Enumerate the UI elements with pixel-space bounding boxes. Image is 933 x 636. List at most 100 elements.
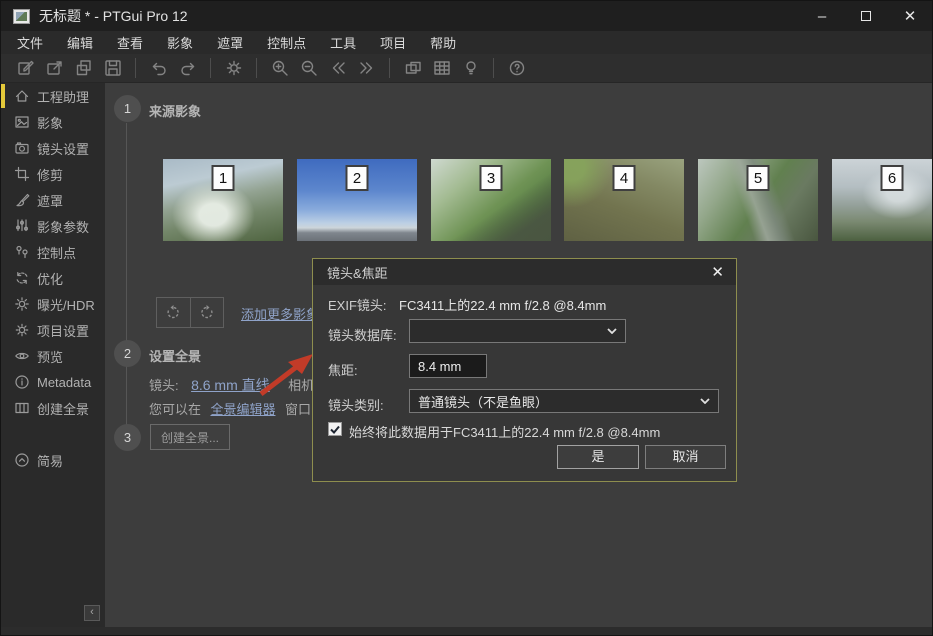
undo-icon[interactable] bbox=[148, 58, 169, 79]
sidebar-item-control-points[interactable]: 控制点 bbox=[1, 239, 105, 265]
help-icon[interactable] bbox=[506, 58, 527, 79]
image-number-badge: 2 bbox=[346, 165, 369, 191]
next-icon[interactable] bbox=[356, 58, 377, 79]
image-number-badge: 3 bbox=[480, 165, 503, 191]
zoom-out-icon[interactable] bbox=[298, 58, 319, 79]
sidebar-collapse-button[interactable]: ‹ bbox=[84, 605, 100, 621]
source-image-thumbnail[interactable]: 3 bbox=[431, 159, 551, 241]
home-icon bbox=[14, 88, 30, 104]
yes-button[interactable]: 是 bbox=[557, 445, 639, 469]
copy-icon[interactable] bbox=[73, 58, 94, 79]
detail-grid-icon[interactable] bbox=[431, 58, 452, 79]
menu-help[interactable]: 帮助 bbox=[430, 33, 456, 52]
toolbar-separator bbox=[135, 58, 136, 78]
eye-icon bbox=[14, 348, 30, 364]
sidebar-item-exposure-hdr[interactable]: 曝光/HDR bbox=[1, 291, 105, 317]
step-connector-line bbox=[126, 123, 127, 438]
sidebar-item-metadata[interactable]: Metadata bbox=[1, 369, 105, 395]
sidebar-item-project-assistant[interactable]: 工程助理 bbox=[1, 83, 105, 109]
image-number-badge: 1 bbox=[212, 165, 235, 191]
sidebar-item-label: 工程助理 bbox=[37, 87, 89, 106]
image-number-badge: 4 bbox=[613, 165, 636, 191]
always-use-checkbox[interactable] bbox=[328, 422, 342, 436]
source-image-thumbnail[interactable]: 6 bbox=[832, 159, 933, 241]
source-image-thumbnail[interactable]: 4 bbox=[564, 159, 684, 241]
panorama-editor-icon[interactable] bbox=[402, 58, 423, 79]
panorama-editor-link[interactable]: 全景编辑器 bbox=[210, 402, 275, 417]
image-number-badge: 5 bbox=[747, 165, 770, 191]
step-2-title: 设置全景 bbox=[149, 346, 201, 365]
cancel-button[interactable]: 取消 bbox=[645, 445, 726, 469]
exif-lens-value: FC3411上的22.4 mm f/2.8 @8.4mm bbox=[399, 295, 606, 314]
lens-settings-link[interactable]: 8.6 mm 直线 bbox=[191, 377, 270, 393]
sidebar-item-images[interactable]: 影象 bbox=[1, 109, 105, 135]
menu-mask[interactable]: 遮罩 bbox=[217, 33, 243, 52]
sidebar-item-label: 项目设置 bbox=[37, 321, 89, 340]
previous-icon[interactable] bbox=[327, 58, 348, 79]
info-icon bbox=[14, 374, 30, 390]
toolbar bbox=[1, 54, 932, 83]
maximize-icon bbox=[861, 11, 871, 21]
menu-file[interactable]: 文件 bbox=[17, 33, 43, 52]
sidebar-item-project-settings[interactable]: 项目设置 bbox=[1, 317, 105, 343]
menu-view[interactable]: 查看 bbox=[117, 33, 143, 52]
sliders-icon bbox=[14, 218, 30, 234]
sidebar-item-label: 修剪 bbox=[37, 165, 63, 184]
sidebar-item-mask[interactable]: 遮罩 bbox=[1, 187, 105, 213]
sidebar-item-optimize[interactable]: 优化 bbox=[1, 265, 105, 291]
menu-control-points[interactable]: 控制点 bbox=[267, 33, 306, 52]
rotate-ccw-button[interactable] bbox=[157, 298, 190, 327]
sidebar-item-lens-settings[interactable]: 镜头设置 bbox=[1, 135, 105, 161]
save-icon[interactable] bbox=[102, 58, 123, 79]
minimize-button[interactable]: – bbox=[800, 1, 844, 31]
new-project-icon[interactable] bbox=[15, 58, 36, 79]
sidebar-item-label: 预览 bbox=[37, 347, 63, 366]
sidebar-item-preview[interactable]: 预览 bbox=[1, 343, 105, 369]
source-image-thumbnail[interactable]: 2 bbox=[297, 159, 417, 241]
step-1-title: 来源影象 bbox=[149, 101, 201, 120]
hint-prefix: 您可以在 bbox=[149, 402, 201, 417]
menu-project[interactable]: 项目 bbox=[380, 33, 406, 52]
title-bar: 无标题 * - PTGui Pro 12 – ✕ bbox=[1, 1, 932, 31]
source-image-thumbnail[interactable]: 1 bbox=[163, 159, 283, 241]
sun-icon bbox=[14, 296, 30, 312]
redo-icon[interactable] bbox=[177, 58, 198, 79]
sidebar-item-label: 影象 bbox=[37, 113, 63, 132]
close-button[interactable]: ✕ bbox=[888, 1, 932, 31]
open-project-icon[interactable] bbox=[44, 58, 65, 79]
zoom-in-icon[interactable] bbox=[269, 58, 290, 79]
sidebar-item-simple-mode[interactable]: 简易 bbox=[1, 447, 105, 473]
menu-edit[interactable]: 编辑 bbox=[67, 33, 93, 52]
sidebar-item-create-panorama[interactable]: 创建全景 bbox=[1, 395, 105, 421]
settings-gear-icon[interactable] bbox=[223, 58, 244, 79]
sidebar-item-crop[interactable]: 修剪 bbox=[1, 161, 105, 187]
exif-lens-label: EXIF镜头: bbox=[328, 295, 387, 314]
sidebar-item-label: Metadata bbox=[37, 375, 91, 390]
menu-tools[interactable]: 工具 bbox=[330, 33, 356, 52]
dialog-title: 镜头&焦距 bbox=[327, 263, 388, 282]
sidebar-item-label: 镜头设置 bbox=[37, 139, 89, 158]
focal-length-input[interactable] bbox=[409, 354, 487, 378]
dialog-close-icon[interactable]: ✕ bbox=[711, 265, 724, 280]
menu-images[interactable]: 影象 bbox=[167, 33, 193, 52]
source-image-thumbnail[interactable]: 5 bbox=[698, 159, 818, 241]
sidebar-item-image-parameters[interactable]: 影象参数 bbox=[1, 213, 105, 239]
sidebar-item-label: 遮罩 bbox=[37, 191, 63, 210]
sidebar: 工程助理 影象 镜头设置 修剪 遮罩 影象参数 控制点 优化 bbox=[1, 83, 105, 629]
check-icon bbox=[330, 425, 340, 434]
lens-type-select[interactable]: 普通镜头（不是鱼眼） bbox=[409, 389, 719, 413]
maximize-button[interactable] bbox=[844, 1, 888, 31]
lens-summary-row: 镜头: 8.6 mm 直线 相机: bbox=[149, 375, 318, 395]
lens-label: 镜头: bbox=[149, 378, 179, 393]
chevron-down-icon bbox=[700, 398, 710, 404]
rotate-cw-button[interactable] bbox=[190, 298, 224, 327]
always-use-checkbox-label: 始终将此数据用于FC3411上的22.4 mm f/2.8 @8.4mm bbox=[349, 422, 660, 441]
step-3-circle: 3 bbox=[114, 424, 141, 451]
create-panorama-button[interactable]: 创建全景... bbox=[150, 424, 230, 450]
lens-database-select[interactable] bbox=[409, 319, 626, 343]
ptgui-window: 无标题 * - PTGui Pro 12 – ✕ 文件 编辑 查看 影象 遮罩 … bbox=[0, 0, 933, 636]
rotate-button-group bbox=[156, 297, 224, 328]
editor-hint-row: 您可以在 全景编辑器 窗口中查 bbox=[149, 399, 337, 419]
lightbulb-icon[interactable] bbox=[460, 58, 481, 79]
add-more-images-link[interactable]: 添加更多影象 bbox=[241, 304, 319, 323]
